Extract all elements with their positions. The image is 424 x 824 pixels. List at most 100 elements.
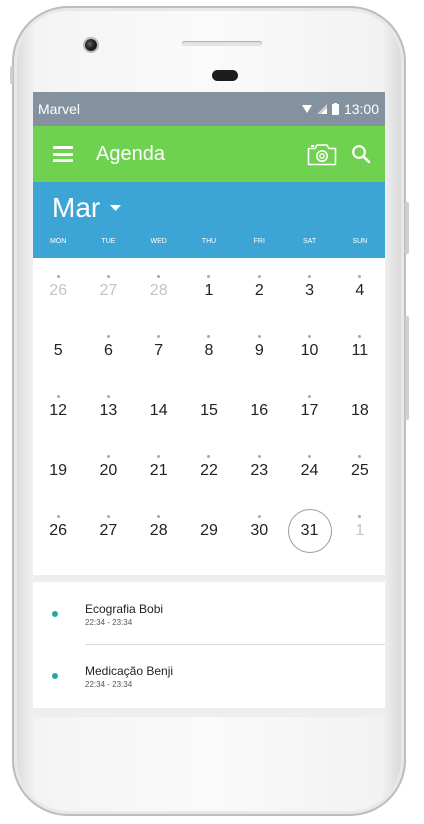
month-selector[interactable]: Mar [52,192,122,224]
status-bar: Marvel 13:00 [33,92,385,126]
hamburger-menu-icon[interactable] [53,146,73,162]
weekday-label: MON [49,238,67,245]
calendar-day[interactable]: 11 [335,321,385,381]
event-item[interactable]: Ecografia Bobi 22:34 - 23:34 [33,582,385,645]
weekday-label: TUE [101,238,116,245]
day-number: 30 [250,522,269,539]
calendar-day[interactable]: 12 [33,381,83,441]
event-indicator-dot [308,275,312,278]
calendar-day[interactable]: 1 [335,501,385,561]
event-indicator-dot [106,455,110,458]
calendar-day[interactable]: 1 [184,261,234,321]
month-header: Mar MON TUE WED THU FRI SAT SUN [33,182,385,258]
calendar-day[interactable]: 26 [33,261,83,321]
calendar-grid: 26 27 28 1 2 3 4 5 6 7 8 9 10 11 12 13 14 15 16 17 18 19 20 21 2… [33,258,385,561]
day-number: 15 [200,402,218,419]
event-title: Ecografia Bobi [85,602,164,616]
calendar-day[interactable]: 17 [284,381,334,441]
event-indicator-dot [157,275,161,278]
day-number: 7 [154,342,164,359]
calendar-day[interactable]: 24 [284,441,334,501]
calendar-day[interactable]: 9 [234,321,284,381]
day-number: 18 [350,402,369,419]
day-number: 24 [300,462,319,479]
calendar-day[interactable]: 27 [83,501,133,561]
calendar-day[interactable]: 6 [83,321,133,381]
app-screen: Marvel 13:00 Agenda Mar MON TUE WED THU … [33,92,385,717]
app-bar: Agenda [33,126,385,182]
calendar-day[interactable]: 27 [83,261,133,321]
search-icon[interactable] [351,144,371,164]
day-number: 4 [355,282,365,299]
calendar-day-today[interactable]: 31 [284,501,334,561]
earpiece-speaker [182,41,262,46]
wifi-icon [301,105,312,113]
day-number: 17 [300,402,319,419]
calendar-day[interactable]: 21 [134,441,184,501]
event-dot [52,611,58,617]
day-number: 9 [254,342,264,359]
calendar-day[interactable]: 7 [134,321,184,381]
day-number: 27 [99,282,118,299]
calendar-day[interactable]: 18 [335,381,385,441]
event-indicator-dot [106,335,110,338]
calendar-day[interactable]: 5 [33,321,83,381]
day-number: 1 [204,282,214,299]
calendar-day[interactable]: 2 [234,261,284,321]
calendar-day[interactable]: 23 [234,441,284,501]
day-number: 2 [254,282,264,299]
calendar-day[interactable]: 30 [234,501,284,561]
weekday-label: FRI [253,238,265,245]
calendar-day[interactable]: 28 [134,501,184,561]
event-time: 22:34 - 23:34 [85,680,133,689]
event-indicator-dot [207,455,211,458]
clock-time: 13:00 [343,101,379,117]
calendar-day[interactable]: 26 [33,501,83,561]
day-number: 13 [99,402,118,419]
event-indicator-dot [358,455,362,458]
calendar-day[interactable]: 10 [284,321,334,381]
battery-icon [331,103,339,115]
event-indicator-dot [207,335,211,338]
calendar-day[interactable]: 28 [134,261,184,321]
calendar-day[interactable]: 22 [184,441,234,501]
month-label: Mar [52,192,101,223]
calendar-day[interactable]: 3 [284,261,334,321]
event-indicator-dot [308,335,312,338]
event-item[interactable]: Medicação Benji 22:34 - 23:34 [33,644,385,706]
event-indicator-dot [257,335,261,338]
event-title: Medicação Benji [85,664,174,678]
day-number: 14 [149,402,168,419]
calendar-day[interactable]: 20 [83,441,133,501]
day-number: 19 [49,462,68,479]
day-number: 20 [99,462,118,479]
calendar-day[interactable]: 15 [184,381,234,441]
calendar-day[interactable]: 13 [83,381,133,441]
signal-icon [316,104,327,114]
day-number: 3 [305,282,315,299]
power-button [10,66,13,84]
event-indicator-dot [207,275,211,278]
bottom-strip [33,708,385,717]
volume-button [405,202,409,254]
day-number: 21 [149,462,168,479]
day-number: 5 [53,342,63,359]
event-list: Ecografia Bobi 22:34 - 23:34 Medicação B… [33,582,385,706]
calendar-day[interactable]: 19 [33,441,83,501]
day-number: 26 [49,522,68,539]
day-number: 23 [250,462,269,479]
event-time: 22:34 - 23:34 [85,618,133,627]
calendar-day[interactable]: 14 [134,381,184,441]
calendar-day[interactable]: 29 [184,501,234,561]
event-indicator-dot [257,455,261,458]
calendar-day[interactable]: 16 [234,381,284,441]
calendar-day[interactable]: 25 [335,441,385,501]
camera-icon[interactable] [307,142,337,166]
event-indicator-dot [358,515,362,518]
event-indicator-dot [308,455,312,458]
event-indicator-dot [56,275,60,278]
day-number: 25 [350,462,369,479]
calendar-day[interactable]: 4 [335,261,385,321]
calendar-day[interactable]: 8 [184,321,234,381]
day-number: 16 [250,402,269,419]
